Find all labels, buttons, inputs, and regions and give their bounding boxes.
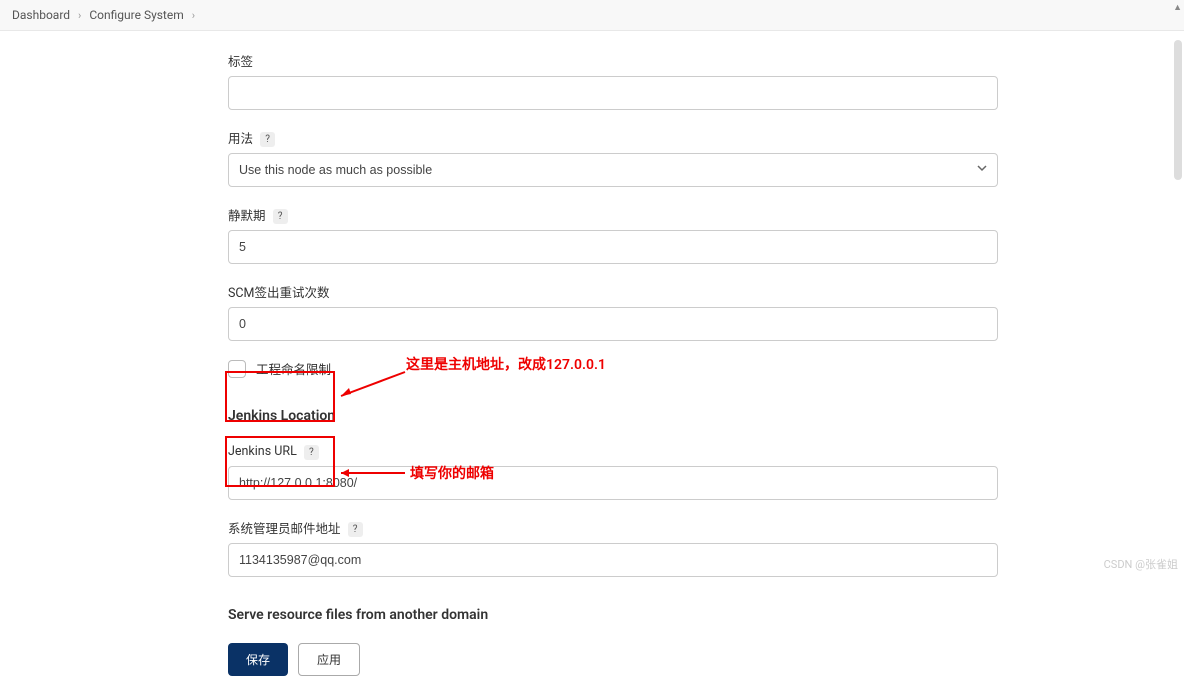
jenkins-url-input[interactable] (228, 466, 998, 500)
breadcrumb-item-configure[interactable]: Configure System (89, 8, 183, 22)
serve-resource-title: Serve resource files from another domain (228, 607, 1000, 623)
form-group-naming: 工程命名限制 (228, 359, 1000, 378)
button-bar: 保存 应用 (228, 643, 1000, 676)
help-icon[interactable]: ? (260, 132, 275, 147)
help-icon[interactable]: ? (304, 445, 319, 460)
usage-select-wrapper: Use this node as much as possible (228, 153, 998, 187)
chevron-right-icon: › (192, 9, 195, 22)
watermark: CSDN @张雀姐 (1104, 556, 1178, 572)
usage-label-text: 用法 (228, 132, 253, 147)
form-group-scm: SCM签出重试次数 (228, 282, 1000, 341)
form-group-labels: 标签 (228, 51, 1000, 110)
form-group-quiet: 静默期 ? (228, 205, 1000, 264)
usage-select[interactable]: Use this node as much as possible (228, 153, 998, 187)
jenkins-url-label-text: Jenkins URL (228, 444, 297, 459)
quiet-label-text: 静默期 (228, 209, 266, 224)
breadcrumb-item-dashboard[interactable]: Dashboard (12, 8, 70, 22)
admin-email-input[interactable] (228, 543, 998, 577)
form-group-admin-email: 系统管理员邮件地址 ? (228, 518, 1000, 577)
labels-label: 标签 (228, 51, 1000, 70)
scm-label: SCM签出重试次数 (228, 282, 1000, 301)
naming-label: 工程命名限制 (256, 359, 331, 378)
help-icon[interactable]: ? (273, 209, 288, 224)
scroll-up-icon[interactable]: ▲ (1173, 2, 1182, 13)
apply-button[interactable]: 应用 (298, 643, 360, 676)
naming-checkbox[interactable] (228, 360, 246, 378)
admin-email-label-text: 系统管理员邮件地址 (228, 522, 341, 537)
help-icon[interactable]: ? (348, 522, 363, 537)
breadcrumb: Dashboard › Configure System › (0, 0, 1184, 31)
save-button[interactable]: 保存 (228, 643, 288, 676)
form-group-usage: 用法 ? Use this node as much as possible (228, 128, 1000, 187)
form-group-jenkins-url: Jenkins URL ? (228, 444, 1000, 499)
labels-input[interactable] (228, 76, 998, 110)
admin-email-label: 系统管理员邮件地址 ? (228, 518, 1000, 537)
chevron-right-icon: › (78, 9, 81, 22)
main-content: 标签 用法 ? Use this node as much as possibl… (0, 31, 1000, 676)
jenkins-url-label: Jenkins URL ? (228, 444, 1000, 459)
scm-input[interactable] (228, 307, 998, 341)
jenkins-location-title: Jenkins Location (228, 408, 1000, 424)
usage-label: 用法 ? (228, 128, 1000, 147)
scrollbar-thumb[interactable] (1174, 40, 1182, 180)
quiet-label: 静默期 ? (228, 205, 1000, 224)
quiet-input[interactable] (228, 230, 998, 264)
